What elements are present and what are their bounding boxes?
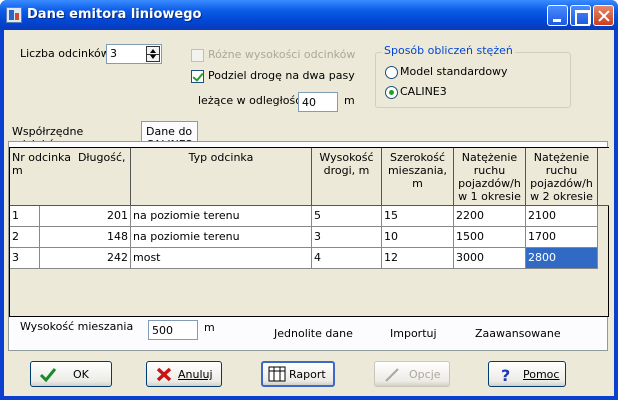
spinner-arrows[interactable]: [146, 46, 160, 62]
header-spacer: [598, 148, 609, 206]
header-road-height[interactable]: Wysokość drogi, m: [312, 148, 382, 206]
cell-r1-traffic2[interactable]: 2100: [526, 206, 598, 227]
maximize-button[interactable]: [570, 5, 591, 26]
uniform-data-link[interactable]: Jednolite dane: [274, 327, 353, 341]
header-mixing-width[interactable]: Szerokość mieszania, m: [382, 148, 454, 206]
method-groupbox: [375, 52, 571, 108]
cell-r2-type[interactable]: na poziomie terenu: [131, 227, 312, 248]
cell-r2-length[interactable]: 148: [40, 227, 131, 248]
cell-r3-width[interactable]: 12: [382, 248, 454, 269]
mixing-height-input[interactable]: 500: [148, 320, 198, 340]
header-traffic-period-2[interactable]: Natężenie ruchu pojazdów/h w 2 okresie: [526, 148, 598, 206]
mixing-height-value: 500: [152, 324, 173, 337]
mixing-height-label: Wysokość mieszania: [20, 320, 134, 333]
mixing-height-unit: m: [204, 321, 215, 334]
distance-label: leżące w odległości: [198, 94, 305, 107]
split-road-label: Podziel drogę na dwa pasy: [208, 69, 355, 82]
cancel-button-label: Anuluj: [178, 368, 213, 381]
checkmark-icon: [39, 368, 57, 383]
import-link[interactable]: Importuj: [390, 327, 437, 341]
options-button[interactable]: Opcje: [374, 361, 450, 387]
segment-count-label: Liczba odcinków: [20, 47, 110, 60]
options-button-label: Opcje: [409, 368, 441, 381]
header-segment-type[interactable]: Typ odcinka: [131, 148, 312, 206]
cancel-button[interactable]: Anuluj: [146, 361, 222, 387]
header-segment-no: Nr odcinka: [12, 151, 71, 164]
help-button-label: Pomoc: [523, 368, 560, 381]
dialog-body: Liczba odcinków 3 Różne wysokości odcink…: [4, 30, 614, 396]
segments-table[interactable]: Nr odcinka Długość, m Typ odcinka Wysoko…: [9, 147, 609, 317]
header-traffic-period-1[interactable]: Natężenie ruchu pojazdów/h w 1 okresie: [454, 148, 526, 206]
radio-standard-model-label: Model standardowy: [400, 65, 508, 78]
segment-count-spinner[interactable]: 3: [106, 44, 162, 64]
cell-r1-no[interactable]: 1: [10, 206, 40, 227]
cell-r1-type[interactable]: na poziomie terenu: [131, 206, 312, 227]
distance-input[interactable]: 40: [298, 92, 338, 112]
radio-caline3-label: CALINE3: [400, 85, 447, 98]
different-heights-checkbox[interactable]: [191, 49, 204, 62]
cell-r3-height[interactable]: 4: [312, 248, 382, 269]
method-group-title: Sposób obliczeń stężeń: [382, 44, 515, 58]
cell-r1-width[interactable]: 15: [382, 206, 454, 227]
report-button[interactable]: Raport: [261, 361, 335, 387]
ok-button-label: OK: [73, 368, 89, 381]
advanced-link[interactable]: Zaawansowane: [475, 327, 561, 341]
close-button[interactable]: [593, 5, 614, 26]
dialog-window: Dane emitora liniowego Liczba odcinków 3…: [0, 0, 618, 400]
cell-r2-width[interactable]: 10: [382, 227, 454, 248]
app-icon: [6, 7, 22, 23]
help-button[interactable]: ? Pomoc: [488, 361, 566, 387]
different-heights-label: Różne wysokości odcinków: [208, 48, 356, 61]
svg-text:?: ?: [501, 366, 510, 383]
cell-r3-no[interactable]: 3: [10, 248, 40, 269]
radio-caline3[interactable]: [385, 86, 398, 99]
pencil-icon: [385, 368, 399, 382]
tab-caline3-data[interactable]: Dane do CALINE3: [141, 121, 198, 151]
header-segment-no-length[interactable]: Nr odcinka Długość, m: [10, 148, 131, 206]
cell-r2-traffic2[interactable]: 1700: [526, 227, 598, 248]
title-bar[interactable]: Dane emitora liniowego: [0, 0, 618, 30]
cell-r3-traffic1[interactable]: 3000: [454, 248, 526, 269]
window-title: Dane emitora liniowego: [27, 7, 202, 22]
help-question-icon: ?: [501, 366, 510, 383]
tab-coordinates[interactable]: Współrzędne odcinków: [8, 122, 87, 151]
distance-unit: m: [344, 94, 355, 107]
cancel-x-icon: [156, 367, 172, 382]
report-table-icon: [268, 366, 286, 382]
cell-r3-length[interactable]: 242: [40, 248, 131, 269]
split-road-checkbox[interactable]: [191, 70, 204, 83]
radio-standard-model[interactable]: [385, 66, 398, 79]
segment-count-value: 3: [110, 47, 117, 60]
cell-r1-height[interactable]: 5: [312, 206, 382, 227]
cell-r1-traffic1[interactable]: 2200: [454, 206, 526, 227]
spin-up-icon[interactable]: [150, 49, 156, 53]
spin-down-icon[interactable]: [150, 55, 156, 59]
distance-value: 40: [302, 96, 316, 109]
minimize-button[interactable]: [547, 5, 568, 26]
report-button-label: Raport: [289, 368, 326, 381]
cell-r2-no[interactable]: 2: [10, 227, 40, 248]
cell-r3-traffic2-selected[interactable]: 2800: [526, 248, 598, 269]
cell-r2-height[interactable]: 3: [312, 227, 382, 248]
cell-r1-length[interactable]: 201: [40, 206, 131, 227]
cell-r3-type[interactable]: most: [131, 248, 312, 269]
cell-r2-traffic1[interactable]: 1500: [454, 227, 526, 248]
ok-button[interactable]: OK: [30, 361, 112, 387]
